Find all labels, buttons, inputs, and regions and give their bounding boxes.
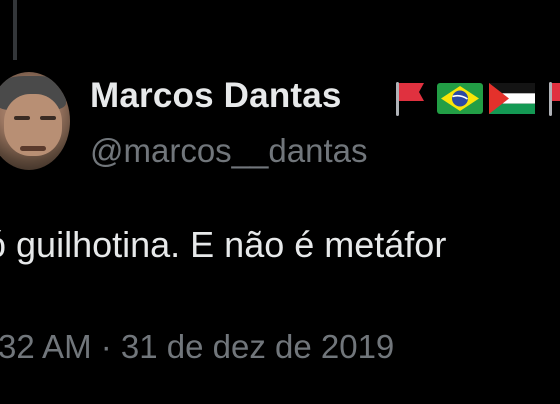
palestine-flag-icon xyxy=(489,83,535,114)
red-flag-icon xyxy=(396,82,424,116)
previous-tweet-fragment xyxy=(95,0,395,4)
tweet-screenshot: Marcos Dantas @marcos__dantas ó guilhoti… xyxy=(0,0,560,404)
thread-connector-line xyxy=(13,0,17,60)
brazil-flag-icon xyxy=(437,83,483,114)
tweet-timestamp[interactable]: 32 AM · 31 de dez de 2019 xyxy=(0,328,394,366)
author-handle[interactable]: @marcos__dantas xyxy=(90,132,367,170)
tweet-text: ó guilhotina. E não é metáfor xyxy=(0,224,447,265)
author-display-name[interactable]: Marcos Dantas xyxy=(90,76,342,116)
avatar[interactable] xyxy=(0,72,70,170)
red-flag-icon xyxy=(549,82,560,116)
